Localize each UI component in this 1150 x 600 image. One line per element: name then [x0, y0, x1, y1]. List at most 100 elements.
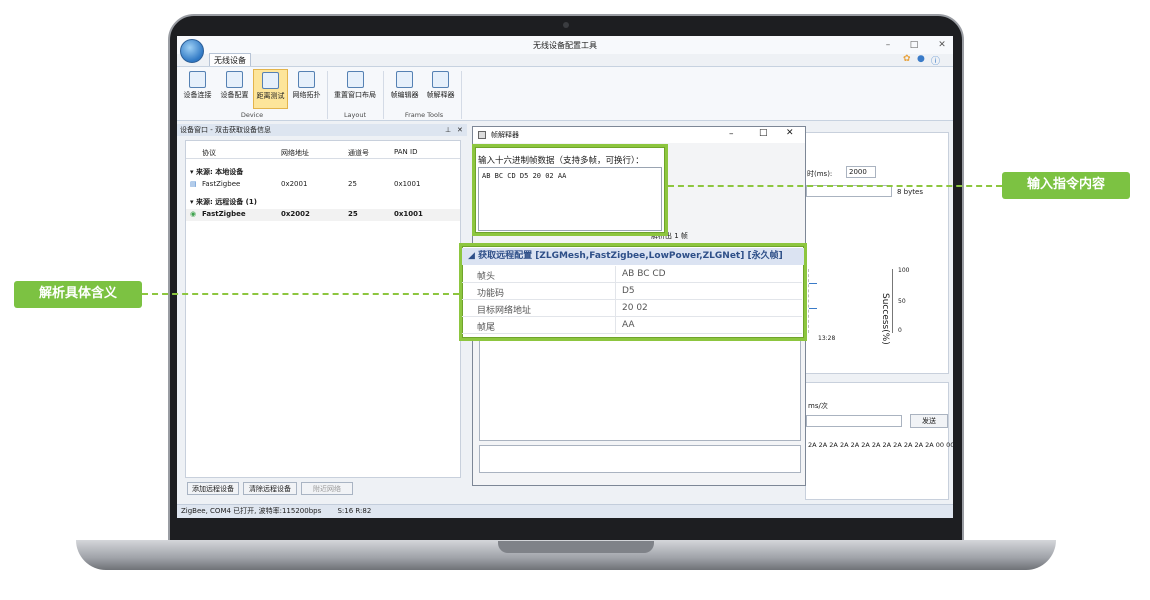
packet-counts: S:16 R:82: [337, 507, 372, 515]
tab-wireless-device[interactable]: 无线设备: [209, 53, 251, 67]
chart-tick: 100: [898, 267, 910, 274]
input-label: 输入十六进制帧数据（支持多帧，可换行）：: [478, 156, 644, 166]
prop-row[interactable]: 帧尾 AA: [462, 317, 802, 334]
network-topology-button[interactable]: 网络拓扑: [289, 69, 324, 109]
device-config-button[interactable]: 设备配置: [217, 69, 252, 109]
prop-key: 功能码: [477, 289, 505, 299]
result-header[interactable]: ◢ 获取远程配置 [ZLGMesh,FastZigbee,LowPower,ZL…: [462, 248, 804, 265]
send-panel: ms/次 发送 2A 2A 2A 2A 2A 2A 2A 2A 2A 2A 2A…: [805, 382, 953, 500]
nearby-network-button[interactable]: 附近网络: [301, 482, 353, 495]
col-pan-id[interactable]: PAN ID: [394, 148, 417, 156]
cell-address: 0x2001: [281, 180, 308, 188]
prop-value: D5: [622, 286, 635, 296]
laptop-notch: [498, 541, 654, 553]
hex-stream: 2A 2A 2A 2A 2A 2A 2A 2A 2A 2A 2A 2A 00 0…: [808, 441, 953, 449]
device-panel-header: 设备窗口 - 双击获取设备信息 ⊥ ✕: [177, 124, 467, 136]
config-icon: [226, 71, 243, 88]
input-tag: 输入指令内容: [1002, 172, 1130, 199]
ribbon-separator: [383, 71, 384, 119]
parse-leader-line: [142, 293, 459, 295]
prop-row[interactable]: 帧头 AB BC CD: [462, 266, 802, 283]
bytes-label: 8 bytes: [897, 188, 923, 196]
device-connect-button[interactable]: 设备连接: [180, 69, 215, 109]
maximize-icon[interactable]: □: [909, 40, 919, 50]
timeout-input[interactable]: 2000: [846, 166, 876, 178]
group-label: 来源: 远程设备 (1): [195, 198, 257, 206]
layout-icon: [346, 71, 364, 88]
col-address[interactable]: 网络地址: [281, 148, 309, 158]
cell-pan: 0x1001: [394, 180, 421, 188]
cell-protocol: FastZigbee: [202, 210, 246, 218]
parser-minimize-icon[interactable]: –: [729, 129, 734, 139]
group-frame-tools-label: Frame Tools: [404, 111, 444, 119]
add-remote-button[interactable]: 添加远程设备: [187, 482, 239, 495]
status-bar: ZigBee, COM4 已打开, 波特率:115200bps S:16 R:8…: [177, 504, 953, 518]
send-button[interactable]: 发送: [910, 414, 948, 428]
chart-time: 13:28: [818, 335, 836, 342]
cell-protocol: FastZigbee: [202, 180, 241, 188]
frame-parser-button[interactable]: 帧解释器: [423, 69, 458, 109]
frame-editor-icon: [396, 71, 413, 88]
parser-title-bar: 帧解释器: [473, 127, 805, 143]
frame-editor-button[interactable]: 帧编辑器: [387, 69, 422, 109]
group-device-label: Device: [240, 111, 264, 119]
theme-icon[interactable]: ●: [917, 54, 925, 64]
ribbon: 设备连接 设备配置 距离测试 网络拓扑 重置窗口布局 帧编辑器 帧解释器 Dev…: [177, 66, 953, 121]
prop-key: 目标网络地址: [477, 306, 532, 316]
chart-series: [809, 308, 817, 309]
style-icon[interactable]: ✿: [903, 54, 911, 64]
group-local[interactable]: ▾ 来源: 本地设备: [190, 167, 243, 177]
cell-channel: 25: [348, 180, 357, 188]
parser-window-icon: [478, 131, 486, 139]
parser-close-icon[interactable]: ✕: [786, 128, 794, 138]
prop-value: 20 02: [622, 303, 648, 313]
chart-tick: 50: [898, 298, 906, 305]
range-test-button[interactable]: 距离测试: [253, 69, 288, 109]
col-protocol[interactable]: 协议: [202, 148, 216, 158]
chart-axis-title: Success(%): [880, 293, 890, 345]
prop-row[interactable]: 功能码 D5: [462, 283, 802, 300]
close-icon[interactable]: ✕: [937, 40, 947, 50]
input-leader-line: [668, 185, 1002, 187]
panel-close-icon[interactable]: ✕: [457, 124, 463, 136]
timeout-label: 时(ms):: [807, 170, 833, 178]
col-channel[interactable]: 通道号: [348, 148, 369, 158]
reset-layout-button[interactable]: 重置窗口布局: [331, 69, 379, 109]
device-table: 协议 网络地址 通道号 PAN ID ▾ 来源: 本地设备 ▤ FastZigb…: [185, 140, 461, 478]
input-callout: 输入十六进制帧数据（支持多帧，可换行）： AB BC CD D5 20 02 A…: [472, 144, 668, 236]
minimize-icon[interactable]: –: [883, 40, 893, 50]
frame-parser-icon: [432, 71, 449, 88]
app-logo-icon[interactable]: [180, 39, 204, 63]
parse-detail-area: [479, 445, 801, 473]
window-title: 无线设备配置工具: [533, 41, 597, 50]
range-test-icon: [262, 72, 279, 89]
parse-output-area: [479, 337, 801, 441]
range-test-panel: 时(ms): 2000 8 bytes 100 50 0 Success(%) …: [805, 132, 949, 374]
table-row[interactable]: ◉ FastZigbee 0x2002 25 0x1001: [186, 209, 460, 221]
chart-y-axis: [892, 269, 893, 333]
device-panel-title: 设备窗口 - 双击获取设备信息: [180, 126, 271, 134]
connection-status: ZigBee, COM4 已打开, 波特率:115200bps: [181, 507, 322, 515]
hex-input[interactable]: AB BC CD D5 20 02 AA: [478, 167, 662, 231]
group-remote[interactable]: ▾ 来源: 远程设备 (1): [190, 197, 257, 207]
ribbon-separator: [461, 71, 462, 119]
remote-device-icon: ◉: [190, 210, 197, 218]
send-input[interactable]: [806, 415, 902, 427]
cell-pan: 0x1001: [394, 210, 423, 218]
group-label: 来源: 本地设备: [195, 168, 244, 176]
chart-tick: 0: [898, 327, 902, 334]
camera-icon: [563, 22, 569, 28]
connect-icon: [189, 71, 206, 88]
parser-maximize-icon[interactable]: □: [759, 128, 768, 138]
pin-icon[interactable]: ⊥: [445, 124, 451, 136]
topology-icon: [298, 71, 315, 88]
table-row[interactable]: ▤ FastZigbee 0x2001 25 0x1001: [186, 179, 460, 191]
prop-key: 帧头: [477, 272, 496, 282]
ribbon-separator: [327, 71, 328, 119]
prop-row[interactable]: 目标网络地址 20 02: [462, 300, 802, 317]
result-title: 获取远程配置 [ZLGMesh,FastZigbee,LowPower,ZLGN…: [478, 251, 783, 261]
title-bar: 无线设备配置工具 – □ ✕: [177, 36, 953, 54]
table-header: 协议 网络地址 通道号 PAN ID: [186, 146, 460, 159]
clear-remote-button[interactable]: 清除远程设备: [243, 482, 297, 495]
chart-series: [809, 283, 817, 284]
